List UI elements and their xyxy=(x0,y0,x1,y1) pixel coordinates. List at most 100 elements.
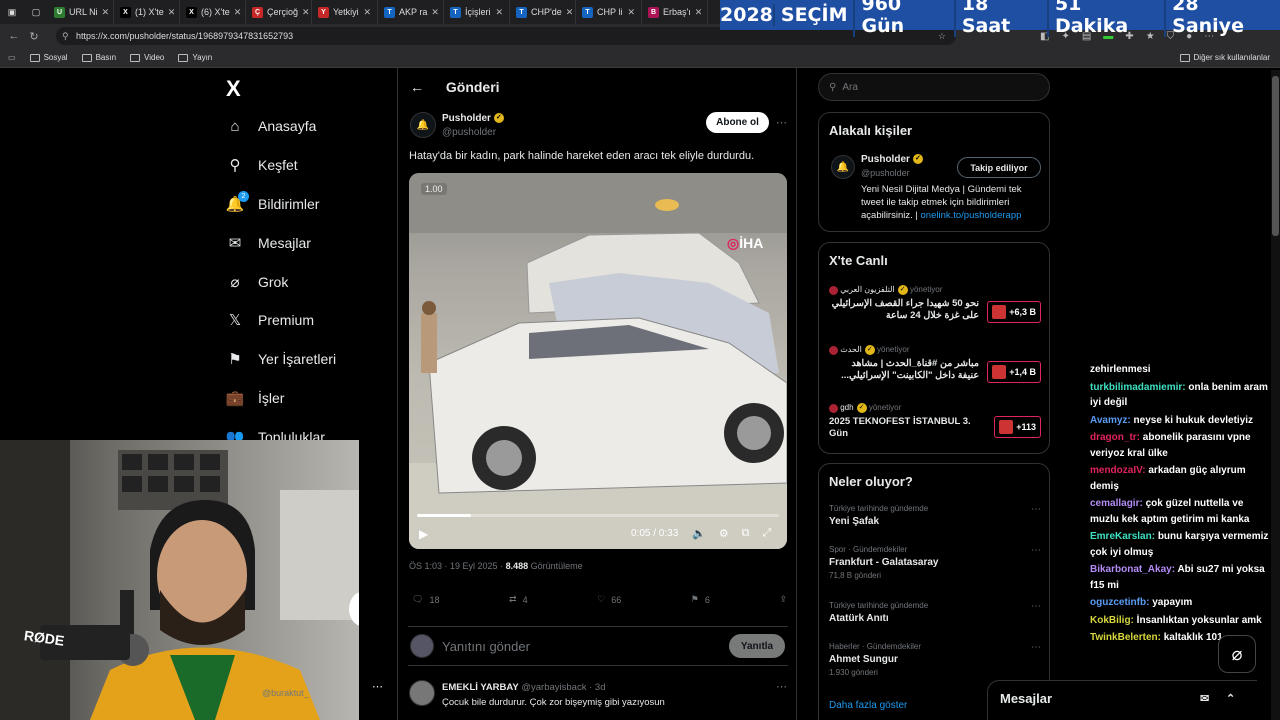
nav-item[interactable]: 💼 İşler xyxy=(226,389,285,407)
scrollbar-thumb[interactable] xyxy=(1272,76,1279,236)
nav-item[interactable]: ✉ Mesajlar xyxy=(226,234,311,252)
bookmark-folder[interactable]: Sosyal xyxy=(29,53,68,62)
tab-close-icon[interactable]: ✕ xyxy=(168,7,176,18)
trend-item[interactable]: Türkiye tarihinde gündemde Atatürk Anıtı ⋯ xyxy=(829,601,1041,624)
account-menu-icon[interactable]: ⋯ xyxy=(372,680,383,693)
following-button[interactable]: Takip ediliyor xyxy=(957,157,1041,178)
back-icon[interactable]: ← xyxy=(4,30,24,42)
nav-item[interactable]: ⚲ Keşfet xyxy=(226,156,298,174)
trend-more-icon[interactable]: ⋯ xyxy=(1031,504,1041,515)
chat-username[interactable]: Avamyz: xyxy=(1090,415,1131,426)
page-scrollbar[interactable] xyxy=(1271,70,1280,720)
chevron-up-icon[interactable]: ⌃ xyxy=(1226,692,1235,705)
tab-close-icon[interactable]: ✕ xyxy=(234,7,242,18)
nav-item[interactable]: 𝕏 Premium xyxy=(226,311,314,329)
new-message-icon[interactable]: ✉ xyxy=(1200,692,1209,705)
browser-tab[interactable]: Ç Çerçioğ ✕ xyxy=(246,0,312,24)
show-more-link[interactable]: Daha fazla göster xyxy=(829,700,907,711)
trend-more-icon[interactable]: ⋯ xyxy=(1031,545,1041,556)
x-logo[interactable]: X xyxy=(226,76,241,102)
reply-action[interactable]: 🗨 18 xyxy=(412,594,439,605)
live-listeners-button[interactable]: +113 xyxy=(994,416,1041,438)
related-name[interactable]: Pusholder xyxy=(861,154,910,165)
reply-author-name[interactable]: EMEKLİ YARBAY xyxy=(442,682,519,693)
reply-input[interactable]: Yanıtını gönder xyxy=(442,639,530,654)
live-listeners-button[interactable]: +1,4 B xyxy=(987,361,1041,383)
picture-in-picture-icon[interactable]: ⧉ xyxy=(742,527,750,540)
browser-tab[interactable]: T CHP li ✕ xyxy=(576,0,642,24)
tab-close-icon[interactable]: ✕ xyxy=(102,7,110,18)
messages-dock[interactable]: Mesajlar ✉ ⌃ xyxy=(987,680,1257,720)
post-timestamp[interactable]: ÖS 1:03 · 19 Eyl 2025 · xyxy=(409,561,503,571)
nav-item[interactable]: 🔔 2 Bildirimler xyxy=(226,191,319,213)
live-item[interactable]: الحدث ✓ yönetiyor مباشر من #قناة_الحدث | م… xyxy=(829,345,1041,393)
browser-tab[interactable]: T CHP'de ✕ xyxy=(510,0,576,24)
reload-icon[interactable]: ↻ xyxy=(24,30,44,43)
live-item[interactable]: gdh ✓ yönetiyor 2025 TEKNOFEST İSTANBUL 3.… xyxy=(829,403,1041,451)
other-bookmarks[interactable]: Diğer sık kullanılanlar xyxy=(1179,53,1270,62)
trend-item[interactable]: Türkiye tarihinde gündemde Yeni Şafak ⋯ xyxy=(829,504,1041,527)
tab-close-icon[interactable]: ✕ xyxy=(302,7,310,18)
chat-username[interactable]: dragon_tr: xyxy=(1090,432,1140,443)
search-input[interactable]: ⚲ Ara xyxy=(818,73,1050,101)
nav-item[interactable]: ⌀ Grok xyxy=(226,273,288,291)
tab-close-icon[interactable]: ✕ xyxy=(566,7,574,18)
browser-tab[interactable]: X (6) X'te ✕ xyxy=(180,0,246,24)
chat-username[interactable]: turkbilimadamiemir: xyxy=(1090,382,1186,393)
chat-username[interactable]: oguzcetinfb: xyxy=(1090,597,1149,608)
tab-close-icon[interactable]: ✕ xyxy=(363,7,371,18)
browser-tab[interactable]: U URL Ni ✕ xyxy=(48,0,114,24)
browser-tab[interactable]: B Erbaş'ı ✕ xyxy=(642,0,708,24)
reply-more-icon[interactable]: ⋯ xyxy=(776,680,787,693)
tab-close-icon[interactable]: ✕ xyxy=(695,7,703,18)
bookmarks-menu-icon[interactable]: ▭ xyxy=(8,53,16,62)
chat-username[interactable]: TwinkBelerten: xyxy=(1090,632,1161,643)
browser-tab[interactable]: T AKP ra ✕ xyxy=(378,0,444,24)
like-action[interactable]: ♡ 66 xyxy=(597,594,621,605)
video-progress-track[interactable] xyxy=(417,514,779,517)
settings-gear-icon[interactable]: ⚙ xyxy=(719,527,729,540)
site-info-icon[interactable]: ⚲ xyxy=(62,31,69,42)
volume-icon[interactable]: 🔈 xyxy=(692,527,706,540)
bookmark-action[interactable]: ⚑ 6 xyxy=(691,594,710,605)
fullscreen-icon[interactable]: ⤢ xyxy=(762,527,771,540)
nav-item[interactable]: ⌂ Anasayfa xyxy=(226,117,316,135)
related-avatar[interactable]: 🔔 xyxy=(831,155,855,179)
bookmark-folder[interactable]: Video xyxy=(130,53,164,62)
author-avatar[interactable]: 🔔 xyxy=(410,112,436,138)
bookmark-folder[interactable]: Yayın xyxy=(178,53,212,62)
reply-avatar[interactable] xyxy=(409,680,435,706)
tab-close-icon[interactable]: ✕ xyxy=(627,7,635,18)
subscribe-button[interactable]: Abone ol xyxy=(706,112,769,133)
reply-button[interactable]: Yanıtla xyxy=(729,634,785,658)
more-options-icon[interactable]: ⋯ xyxy=(776,116,787,129)
trend-more-icon[interactable]: ⋯ xyxy=(1031,601,1041,612)
video-player[interactable]: 1.00 ◎İHA ▶ 0:05 / 0:33 🔈 ⚙ ⧉ ⤢ xyxy=(409,173,787,549)
trend-item[interactable]: Haberler · Gündemdekiler Ahmet Sungur 1.93… xyxy=(829,642,1041,677)
chat-username[interactable]: Bikarbonat_Akay: xyxy=(1090,564,1175,575)
tab-close-icon[interactable]: ✕ xyxy=(431,7,439,18)
browser-tab[interactable]: Y Yetkiyi ✕ xyxy=(312,0,378,24)
related-link[interactable]: onelink.to/pusholderapp xyxy=(921,210,1022,221)
bookmark-folder[interactable]: Basın xyxy=(81,53,116,62)
tab-close-icon[interactable]: ✕ xyxy=(495,7,503,18)
trend-item[interactable]: Spor · Gündemdekiler Frankfurt - Galatasa… xyxy=(829,545,1041,580)
chat-username[interactable]: cemallagir: xyxy=(1090,498,1143,509)
grok-button[interactable]: ⌀ xyxy=(1218,635,1256,673)
chat-username[interactable]: KokBilig: xyxy=(1090,615,1134,626)
play-icon[interactable]: ▶ xyxy=(419,527,428,541)
browser-tab[interactable]: X (1) X'te ✕ xyxy=(114,0,180,24)
author-name-row[interactable]: Pusholder ✓ xyxy=(442,113,504,124)
vertical-tabs-icon[interactable]: ▢ xyxy=(24,7,48,18)
share-action[interactable]: ⇪ xyxy=(779,594,787,605)
chat-username[interactable]: EmreKarslan: xyxy=(1090,531,1155,542)
browser-tab[interactable]: T İçişleri ✕ xyxy=(444,0,510,24)
chat-username[interactable]: mendozaIV: xyxy=(1090,465,1146,476)
tab-actions-icon[interactable]: ▣ xyxy=(0,7,24,18)
repost-action[interactable]: ⇄ 4 xyxy=(509,594,528,605)
back-arrow-icon[interactable]: ← xyxy=(410,79,424,95)
live-item[interactable]: التلفزيون العربي ✓ yönetiyor نحو 50 شهيدا … xyxy=(829,285,1041,333)
trend-more-icon[interactable]: ⋯ xyxy=(1031,642,1041,653)
nav-item[interactable]: ⚑ Yer İşaretleri xyxy=(226,350,336,368)
live-listeners-button[interactable]: +6,3 B xyxy=(987,301,1041,323)
